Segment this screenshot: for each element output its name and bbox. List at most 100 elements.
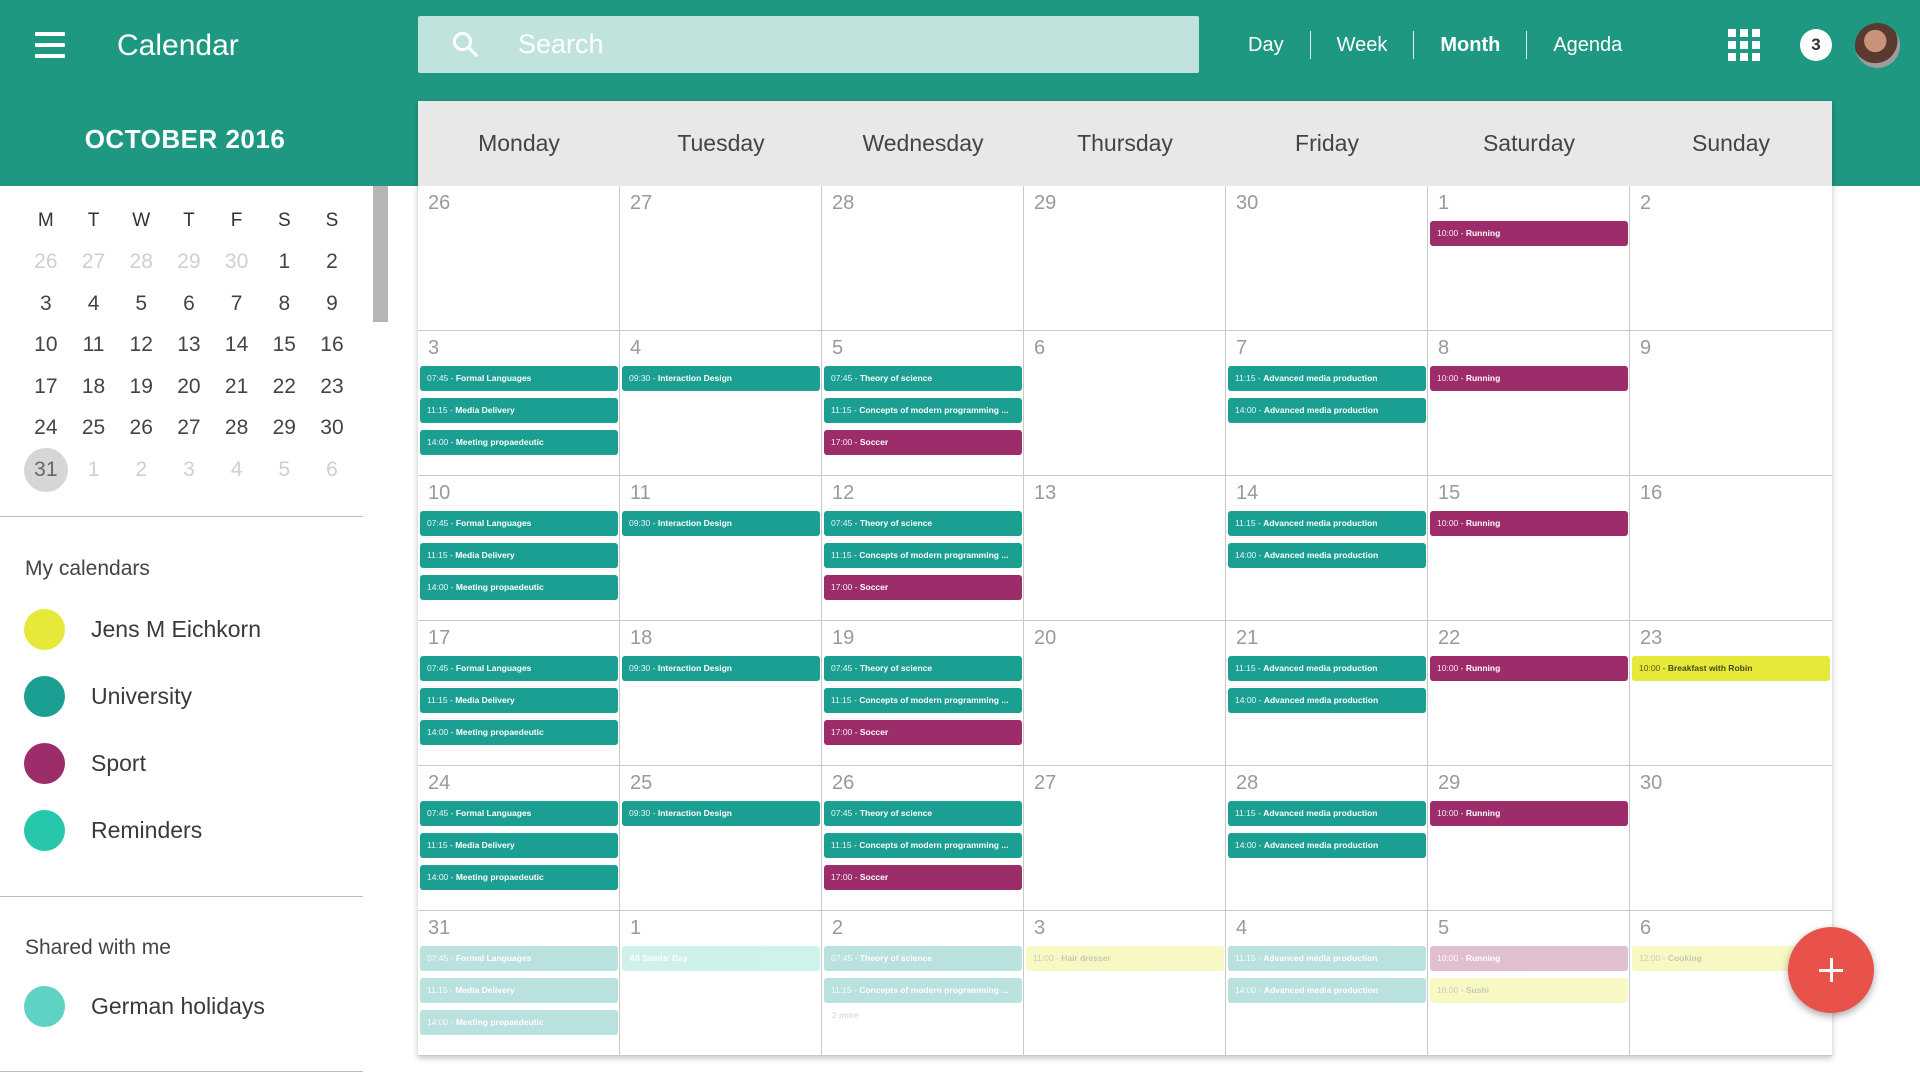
event-chip[interactable]: 10:00 - Running [1430, 801, 1628, 826]
event-chip[interactable]: 11:15 - Media Delivery [420, 833, 618, 858]
day-cell[interactable]: 1 All Saints' Day [620, 911, 822, 1056]
event-chip[interactable]: 11:15 - Media Delivery [420, 398, 618, 423]
day-cell[interactable]: 16 [1630, 476, 1832, 621]
mini-day[interactable]: 4 [213, 458, 261, 482]
day-cell[interactable]: 3 07:45 - Formal Languages 11:15 - Media D… [418, 331, 620, 476]
mini-day[interactable]: 1 [70, 458, 118, 482]
day-cell[interactable]: 11 09:30 - Interaction Design [620, 476, 822, 621]
event-chip[interactable]: 11:15 - Concepts of modern programming .… [824, 978, 1022, 1003]
event-chip[interactable]: 07:45 - Theory of science [824, 656, 1022, 681]
mini-day[interactable]: 30 [308, 416, 356, 440]
event-chip[interactable]: 14:00 - Advanced media production [1228, 543, 1426, 568]
mini-day[interactable]: 3 [165, 458, 213, 482]
event-chip[interactable]: 09:30 - Interaction Design [622, 656, 820, 681]
view-agenda-tab[interactable]: Agenda [1527, 24, 1648, 66]
view-week-tab[interactable]: Week [1311, 24, 1414, 66]
event-chip[interactable]: 09:30 - Interaction Design [622, 366, 820, 391]
mini-day[interactable]: 20 [165, 375, 213, 399]
day-cell[interactable]: 4 11:15 - Advanced media production 14:00 … [1226, 911, 1428, 1056]
event-chip[interactable]: 14:00 - Meeting propaedeutic [420, 720, 618, 745]
mini-day[interactable]: 25 [70, 416, 118, 440]
calendar-list-item[interactable]: Reminders [24, 809, 202, 851]
event-chip[interactable]: 14:00 - Meeting propaedeutic [420, 1010, 618, 1035]
event-chip[interactable]: 07:45 - Theory of science [824, 511, 1022, 536]
day-cell[interactable]: 21 11:15 - Advanced media production 14:00… [1226, 621, 1428, 766]
event-chip[interactable]: 10:00 - Running [1430, 366, 1628, 391]
day-cell[interactable]: 8 10:00 - Running [1428, 331, 1630, 476]
mini-calendar-scrollbar[interactable] [373, 186, 388, 322]
mini-day[interactable]: 5 [260, 458, 308, 482]
notification-badge[interactable]: 3 [1800, 29, 1832, 61]
day-cell[interactable]: 30 [1630, 766, 1832, 911]
view-day-tab[interactable]: Day [1222, 24, 1310, 66]
mini-day[interactable]: 8 [260, 292, 308, 316]
mini-day[interactable]: 28 [117, 250, 165, 274]
mini-day[interactable]: 28 [213, 416, 261, 440]
apps-grid-icon[interactable] [1728, 29, 1761, 62]
search-bar[interactable] [418, 16, 1199, 73]
day-cell[interactable]: 24 07:45 - Formal Languages 11:15 - Media … [418, 766, 620, 911]
day-cell[interactable]: 14 11:15 - Advanced media production 14:00… [1226, 476, 1428, 621]
mini-day-today[interactable]: 31 [22, 447, 70, 492]
day-cell[interactable]: 10 07:45 - Formal Languages 11:15 - Media … [418, 476, 620, 621]
day-cell[interactable]: 20 [1024, 621, 1226, 766]
event-chip[interactable]: 11:00 - Hair dresser [1026, 946, 1224, 971]
mini-day[interactable]: 21 [213, 375, 261, 399]
mini-day[interactable]: 27 [70, 250, 118, 274]
user-avatar[interactable] [1855, 23, 1900, 68]
view-month-tab[interactable]: Month [1414, 24, 1526, 66]
mini-day[interactable]: 2 [117, 458, 165, 482]
event-chip[interactable]: All Saints' Day [622, 946, 820, 971]
event-chip[interactable]: 11:15 - Media Delivery [420, 978, 618, 1003]
event-chip[interactable]: 11:15 - Advanced media production [1228, 366, 1426, 391]
event-chip[interactable]: 11:15 - Advanced media production [1228, 511, 1426, 536]
event-chip[interactable]: 17:00 - Soccer [824, 575, 1022, 600]
day-cell[interactable]: 27 [620, 186, 822, 331]
day-cell[interactable]: 28 11:15 - Advanced media production 14:00… [1226, 766, 1428, 911]
event-chip[interactable]: 10:00 - Running [1430, 946, 1628, 971]
day-cell[interactable]: 26 07:45 - Theory of science 11:15 - Conce… [822, 766, 1024, 911]
day-cell[interactable]: 9 [1630, 331, 1832, 476]
event-chip[interactable]: 11:15 - Concepts of modern programming .… [824, 833, 1022, 858]
mini-day[interactable]: 12 [117, 333, 165, 357]
calendar-list-item[interactable]: University [24, 675, 192, 717]
day-cell[interactable]: 25 09:30 - Interaction Design [620, 766, 822, 911]
event-chip[interactable]: 14:00 - Meeting propaedeutic [420, 575, 618, 600]
event-chip[interactable]: 14:00 - Meeting propaedeutic [420, 430, 618, 455]
event-chip[interactable]: 14:00 - Advanced media production [1228, 978, 1426, 1003]
day-cell[interactable]: 6 [1024, 331, 1226, 476]
event-chip[interactable]: 14:00 - Meeting propaedeutic [420, 865, 618, 890]
search-input[interactable] [518, 16, 1178, 73]
more-events-link[interactable]: 2 more [832, 1010, 858, 1020]
day-cell[interactable]: 2 [1630, 186, 1832, 331]
event-chip[interactable]: 14:00 - Advanced media production [1228, 688, 1426, 713]
event-chip[interactable]: 07:45 - Formal Languages [420, 366, 618, 391]
day-cell[interactable]: 27 [1024, 766, 1226, 911]
menu-icon[interactable] [28, 26, 74, 66]
mini-day[interactable]: 17 [22, 375, 70, 399]
event-chip[interactable]: 17:00 - Soccer [824, 430, 1022, 455]
mini-day[interactable]: 15 [260, 333, 308, 357]
event-chip[interactable]: 07:45 - Theory of science [824, 801, 1022, 826]
mini-day[interactable]: 27 [165, 416, 213, 440]
event-chip[interactable]: 10:00 - Running [1430, 221, 1628, 246]
calendar-list-item[interactable]: Jens M Eichkorn [24, 608, 261, 650]
day-cell[interactable]: 13 [1024, 476, 1226, 621]
day-cell[interactable]: 7 11:15 - Advanced media production 14:00 … [1226, 331, 1428, 476]
mini-day[interactable]: 3 [22, 292, 70, 316]
event-chip[interactable]: 07:45 - Theory of science [824, 946, 1022, 971]
event-chip[interactable]: 11:15 - Advanced media production [1228, 801, 1426, 826]
mini-day[interactable]: 6 [308, 458, 356, 482]
event-chip[interactable]: 10:00 - Running [1430, 656, 1628, 681]
day-cell[interactable]: 17 07:45 - Formal Languages 11:15 - Media … [418, 621, 620, 766]
mini-day[interactable]: 5 [117, 292, 165, 316]
mini-day[interactable]: 1 [260, 250, 308, 274]
event-chip[interactable]: 11:15 - Concepts of modern programming .… [824, 398, 1022, 423]
event-chip[interactable]: 07:45 - Formal Languages [420, 801, 618, 826]
mini-day[interactable]: 23 [308, 375, 356, 399]
day-cell[interactable]: 5 07:45 - Theory of science 11:15 - Concep… [822, 331, 1024, 476]
mini-day[interactable]: 6 [165, 292, 213, 316]
mini-day[interactable]: 29 [260, 416, 308, 440]
day-cell[interactable]: 3 11:00 - Hair dresser [1024, 911, 1226, 1056]
day-cell[interactable]: 2 07:45 - Theory of science 11:15 - Concep… [822, 911, 1024, 1056]
